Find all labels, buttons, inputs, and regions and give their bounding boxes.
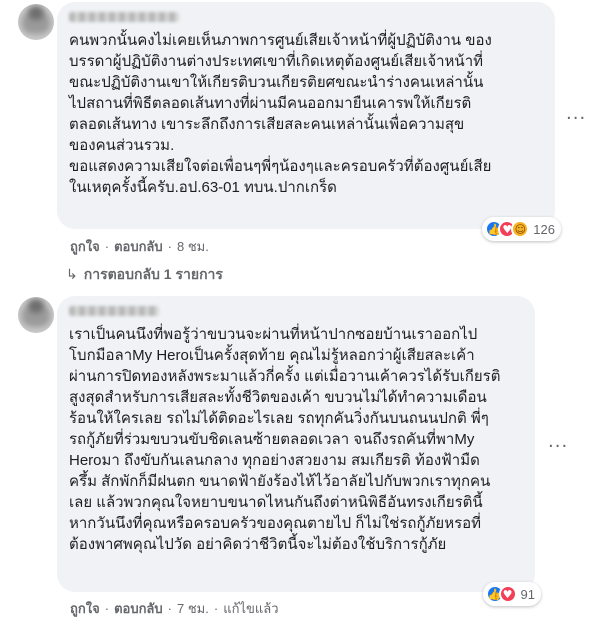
reaction-summary[interactable]: 👍 ♥ ☺ 126 (482, 217, 561, 241)
replies-label: การตอบกลับ 1 รายการ (83, 266, 223, 282)
timestamp[interactable]: 7 ชม. (177, 598, 209, 619)
comment-text-1: คนพวกนั้นคงไม่เคยเห็นภาพการศูนย์เสียเจ้า… (69, 32, 492, 196)
reply-button[interactable]: ตอบกลับ (114, 236, 163, 257)
view-replies-link[interactable]: ↳ การตอบกลับ 1 รายการ (66, 264, 223, 286)
avatar[interactable] (18, 297, 54, 333)
reaction-summary[interactable]: 👍 ♥ 91 (482, 582, 541, 606)
reaction-count: 91 (520, 586, 535, 602)
comment-text-2: เราเป็นคนนึงที่พอรู้ว่าขบวนจะผ่านที่หน้า… (69, 326, 501, 553)
more-options-icon[interactable]: ··· (548, 436, 568, 457)
reply-arrow-icon: ↳ (66, 266, 78, 282)
love-icon: ♥ (498, 585, 517, 603)
reaction-count: 126 (533, 221, 555, 237)
timestamp[interactable]: 8 ชม. (177, 236, 209, 257)
reply-button[interactable]: ตอบกลับ (114, 598, 163, 619)
author-name-blurred[interactable] (69, 306, 159, 316)
edited-label[interactable]: แก้ไขแล้ว (223, 598, 278, 619)
like-button[interactable]: ถูกใจ (70, 236, 100, 257)
avatar[interactable] (18, 4, 54, 40)
like-button[interactable]: ถูกใจ (70, 598, 100, 619)
comment-actions-2: ถูกใจ · ตอบกลับ · 7 ชม. · แก้ไขแล้ว (70, 598, 279, 619)
comment-bubble-2: เราเป็นคนนึงที่พอรู้ว่าขบวนจะผ่านที่หน้า… (57, 296, 541, 606)
care-icon: ☺ (511, 220, 530, 238)
comment-bubble-1: คนพวกนั้นคงไม่เคยเห็นภาพการศูนย์เสียเจ้า… (57, 2, 561, 241)
comment-actions-1: ถูกใจ · ตอบกลับ · 8 ชม. (70, 236, 209, 257)
more-options-icon[interactable]: ··· (566, 108, 586, 129)
author-name-blurred[interactable] (69, 12, 179, 22)
